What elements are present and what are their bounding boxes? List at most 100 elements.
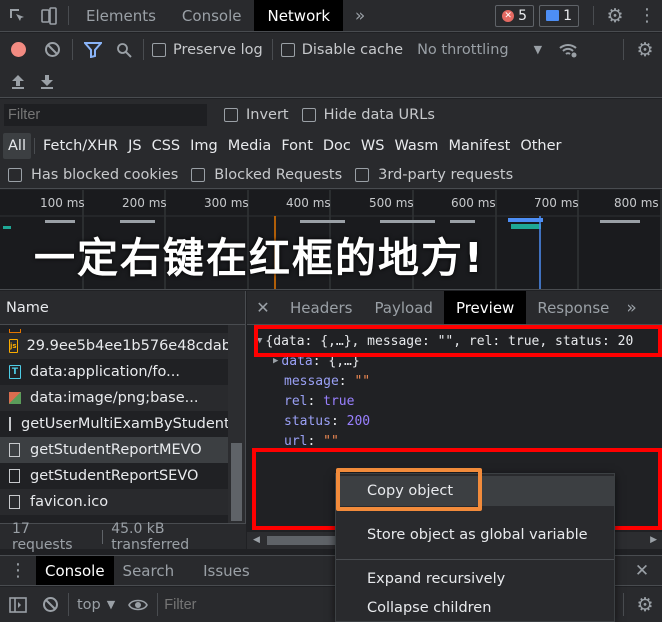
- preserve-log-checkbox[interactable]: [152, 42, 166, 57]
- third-party-checkbox[interactable]: [355, 167, 370, 182]
- filter-funnel-icon[interactable]: [77, 33, 109, 66]
- invert-checkbox[interactable]: [224, 108, 238, 122]
- clear-icon[interactable]: [36, 33, 68, 66]
- request-name: getStudentReportSEVO: [30, 468, 199, 484]
- table-row[interactable]: getUserMultiExamByStudentI...: [0, 411, 245, 437]
- search-icon[interactable]: [109, 33, 139, 66]
- drawer-menu-icon[interactable]: ⋮: [0, 560, 36, 581]
- network-conditions-wifi-icon[interactable]: [550, 33, 586, 66]
- has-blocked-cookies-checkbox[interactable]: [8, 167, 22, 182]
- filter-font[interactable]: Font: [276, 133, 318, 159]
- filter-js[interactable]: JS: [123, 133, 146, 159]
- more-tabs-icon[interactable]: »: [343, 0, 377, 32]
- property-key: rel: [284, 393, 308, 409]
- divider: [33, 138, 35, 154]
- table-row[interactable]: getStudentReportSEVO: [0, 463, 245, 489]
- drawer-tab-issues[interactable]: Issues: [183, 556, 270, 585]
- record-icon[interactable]: [0, 33, 36, 66]
- tree-row-status[interactable]: status: 200: [247, 411, 662, 431]
- sidebar-toggle-icon[interactable]: [0, 587, 36, 622]
- filter-input[interactable]: [4, 104, 207, 126]
- export-har-icon[interactable]: [36, 66, 58, 98]
- table-row[interactable]: favicon.ico: [0, 489, 245, 515]
- menu-item-store-global[interactable]: Store object as global variable: [336, 520, 614, 550]
- filter-css[interactable]: CSS: [147, 133, 186, 159]
- filter-doc[interactable]: Doc: [318, 133, 356, 159]
- request-name: getStudentReportMEVO: [30, 442, 202, 458]
- table-row[interactable]: js 29.9ee5b4ee1b576e48cdab.js: [0, 333, 245, 359]
- disable-cache-checkbox[interactable]: [280, 42, 295, 57]
- tab-payload[interactable]: Payload: [363, 291, 444, 324]
- tab-response[interactable]: Response: [526, 291, 620, 324]
- request-rows: js 29.9ee5b4ee1b576e48cdab.js T data:app…: [0, 325, 245, 523]
- message-counter[interactable]: 1: [539, 4, 579, 27]
- menu-item-expand-recursively[interactable]: Expand recursively: [336, 564, 614, 594]
- hide-data-urls-checkbox[interactable]: [301, 108, 316, 122]
- error-icon: ✕: [502, 9, 515, 22]
- drawer-tab-console[interactable]: Console: [36, 556, 114, 585]
- divider: [593, 6, 594, 25]
- js-file-icon: js: [9, 339, 18, 353]
- drawer-tab-search[interactable]: Search: [114, 556, 184, 585]
- device-toolbar-icon[interactable]: [34, 0, 64, 32]
- blocked-requests-label: Blocked Requests: [214, 166, 343, 183]
- more-options-icon[interactable]: ⋮: [632, 0, 662, 32]
- error-count: 5: [518, 7, 528, 24]
- scroll-right-arrow-icon[interactable]: ▶: [650, 535, 657, 545]
- close-detail-icon[interactable]: ✕: [247, 298, 279, 317]
- table-row[interactable]: [0, 325, 245, 333]
- dropdown-arrow-icon: ▼: [533, 43, 543, 56]
- request-count: 17 requests: [12, 520, 73, 553]
- divider: [68, 6, 69, 25]
- font-file-icon: T: [9, 365, 21, 379]
- more-detail-tabs-icon[interactable]: »: [626, 298, 636, 318]
- throttling-select[interactable]: No throttling ▼: [417, 42, 542, 58]
- context-selector[interactable]: top ▼: [77, 597, 115, 613]
- tree-row-message[interactable]: message: "": [247, 371, 662, 391]
- scroll-left-arrow-icon[interactable]: ◀: [253, 535, 260, 545]
- network-toolbar: Preserve log Disable cache No throttling…: [0, 33, 662, 66]
- tab-headers[interactable]: Headers: [279, 291, 363, 324]
- network-settings-gear-icon[interactable]: ⚙: [628, 33, 662, 66]
- filter-ws[interactable]: WS: [356, 133, 390, 159]
- filter-media[interactable]: Media: [223, 133, 277, 159]
- import-export-bar: [0, 66, 662, 98]
- console-filter-input[interactable]: [162, 592, 293, 617]
- filter-img[interactable]: Img: [185, 133, 223, 159]
- error-counter[interactable]: ✕ 5: [495, 4, 535, 27]
- menu-item-collapse-children[interactable]: Collapse children: [336, 594, 614, 622]
- live-expression-eye-icon[interactable]: [123, 587, 153, 622]
- console-settings-gear-icon[interactable]: ⚙: [628, 587, 662, 622]
- document-icon: [9, 417, 11, 431]
- tree-row-rel[interactable]: rel: true: [247, 391, 662, 411]
- import-har-icon[interactable]: [0, 66, 36, 98]
- invert-label: Invert: [246, 107, 289, 123]
- scrollbar-thumb[interactable]: [231, 443, 242, 521]
- name-header-label: Name: [6, 299, 49, 316]
- request-list-panel: Name js 29.9ee5b4ee1b576e48cdab.js T dat…: [0, 291, 246, 553]
- clear-console-icon[interactable]: [36, 587, 64, 622]
- filter-fetch-xhr[interactable]: Fetch/XHR: [38, 133, 123, 159]
- disable-cache-label: Disable cache: [301, 41, 404, 58]
- red-highlight-box: [254, 325, 662, 357]
- tab-preview[interactable]: Preview: [443, 291, 527, 324]
- filter-wasm[interactable]: Wasm: [389, 133, 443, 159]
- tab-elements[interactable]: Elements: [73, 0, 169, 31]
- table-row[interactable]: getStudentReportMEVO: [0, 437, 245, 463]
- settings-gear-icon[interactable]: ⚙: [598, 0, 632, 32]
- request-name: data:image/png;base...: [30, 390, 199, 406]
- filter-manifest[interactable]: Manifest: [443, 133, 515, 159]
- tab-network[interactable]: Network: [254, 0, 344, 31]
- name-column-header[interactable]: Name: [0, 291, 245, 325]
- menu-item-label: Store object as global variable: [367, 527, 588, 543]
- filter-other[interactable]: Other: [515, 133, 566, 159]
- inspect-element-icon[interactable]: [0, 0, 34, 32]
- table-row[interactable]: T data:application/fo...: [0, 359, 245, 385]
- menu-item-label: Expand recursively: [367, 571, 506, 587]
- blocked-requests-checkbox[interactable]: [191, 167, 206, 182]
- filter-all[interactable]: All: [3, 133, 31, 159]
- vertical-scrollbar[interactable]: [228, 325, 245, 523]
- close-drawer-icon[interactable]: ✕: [622, 561, 662, 581]
- table-row[interactable]: data:image/png;base...: [0, 385, 245, 411]
- tab-console[interactable]: Console: [169, 0, 255, 31]
